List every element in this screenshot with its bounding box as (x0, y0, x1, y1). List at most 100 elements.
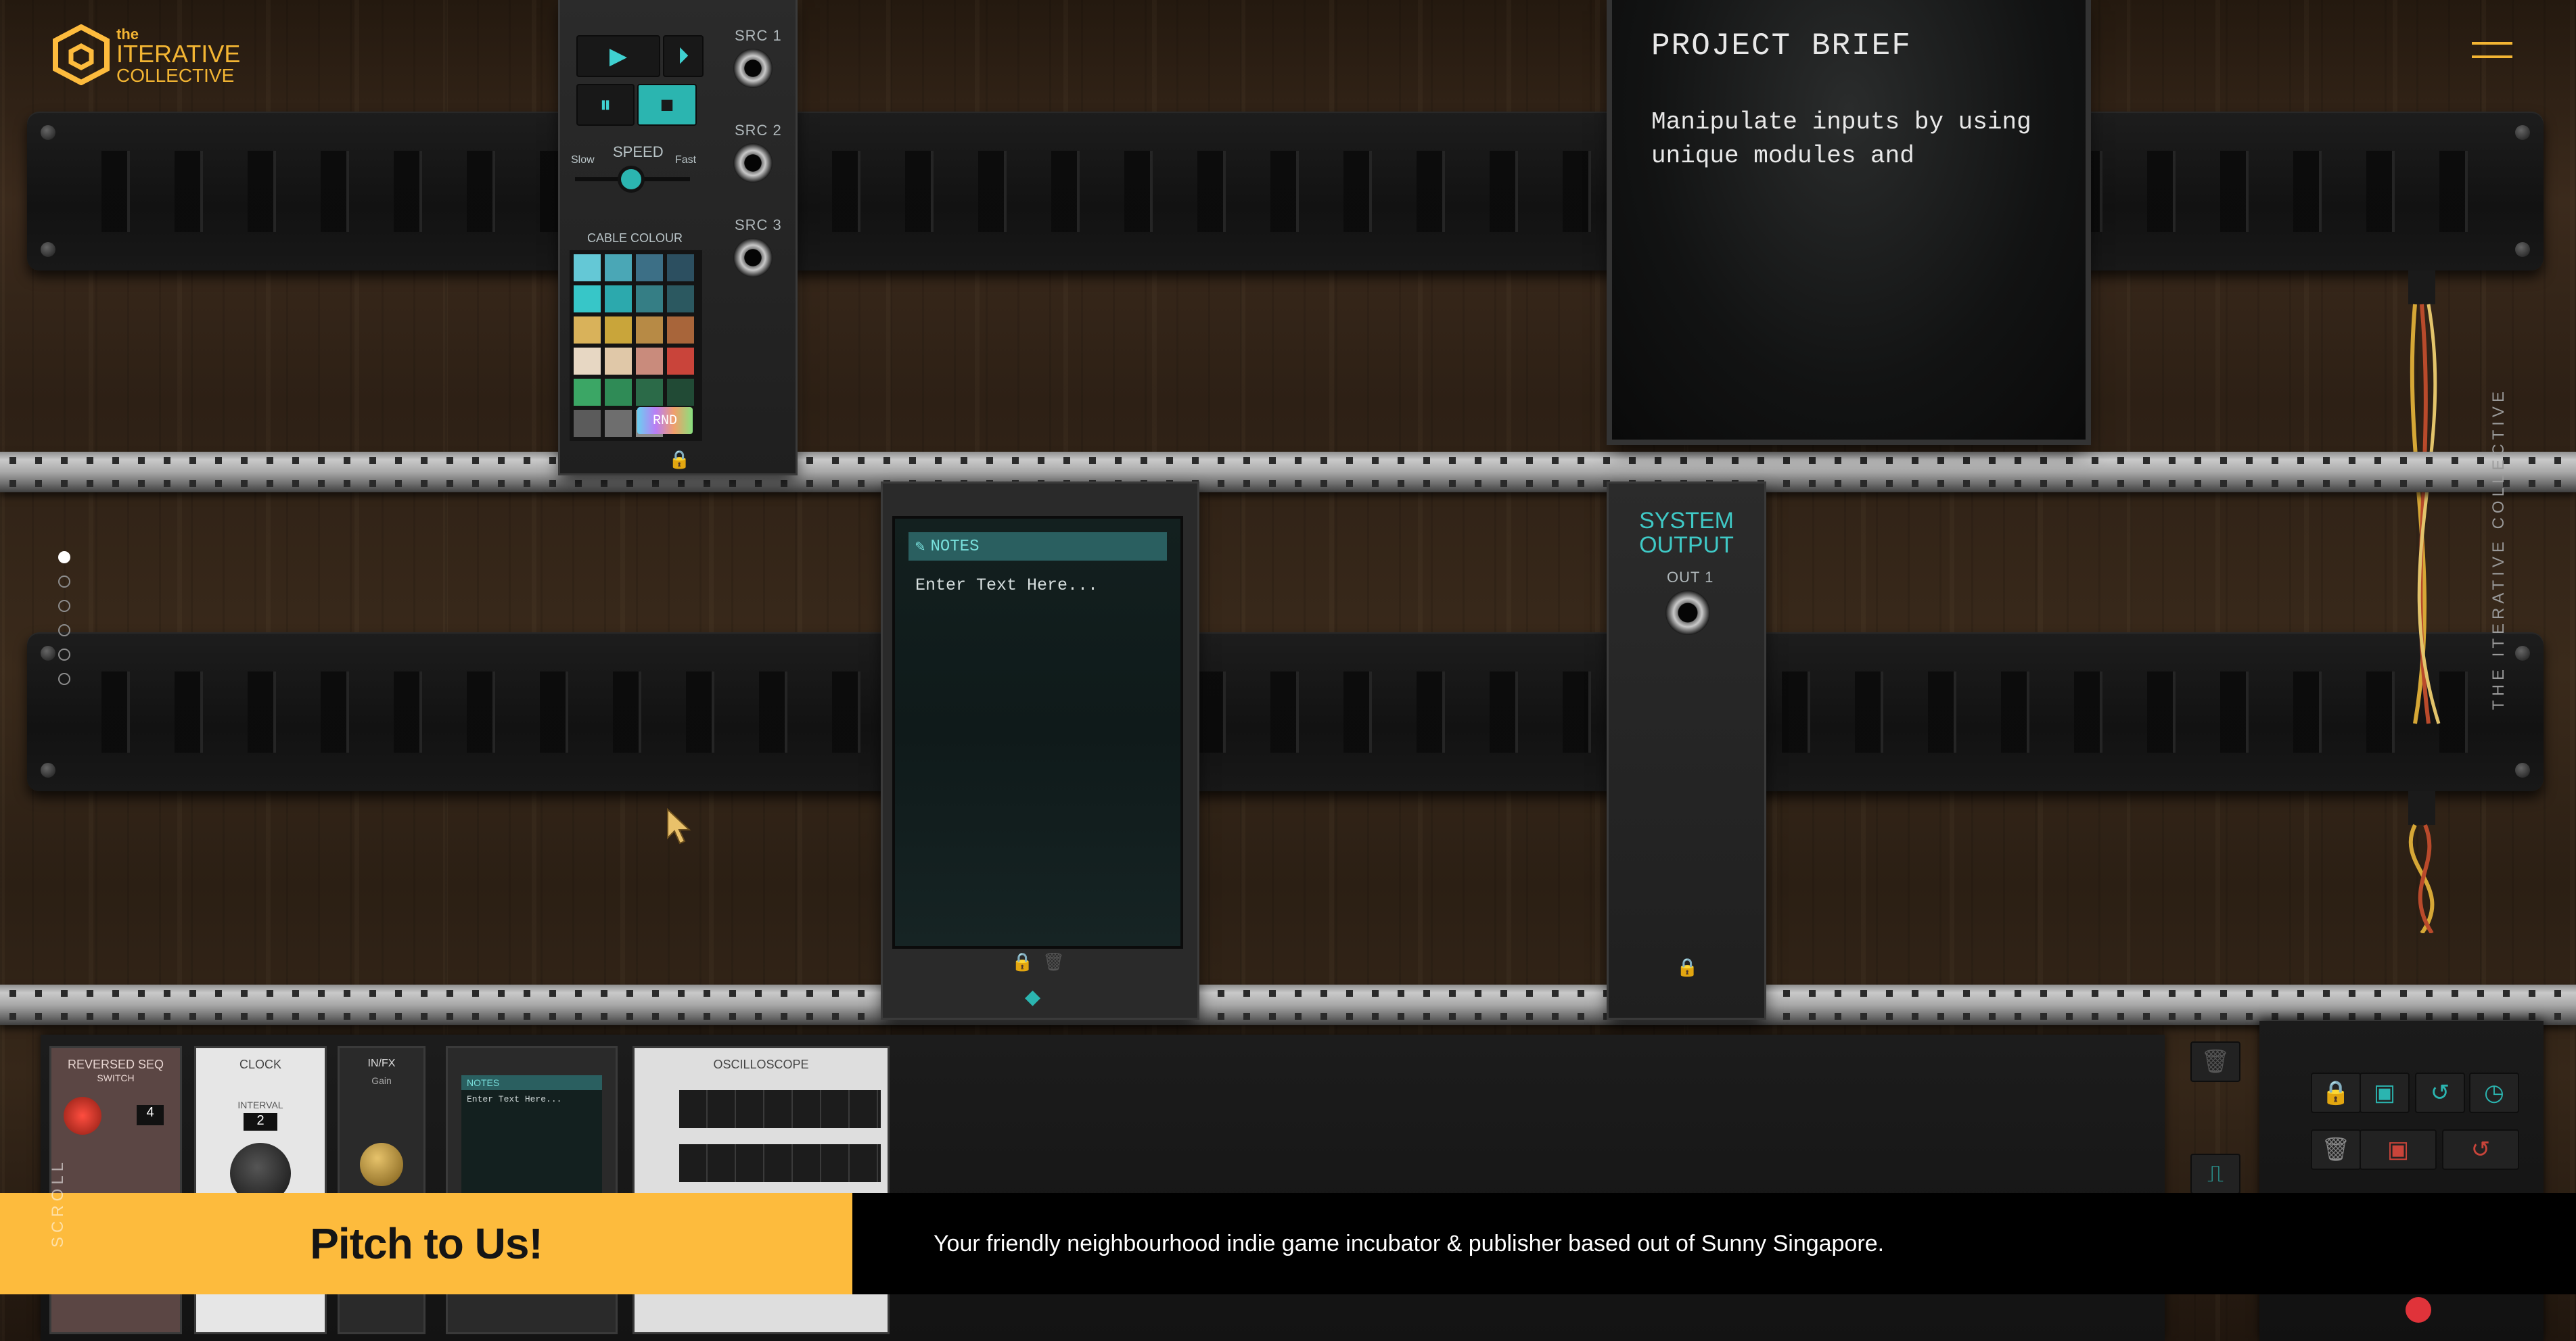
tagline-text: Your friendly neighbourhood indie game i… (934, 1230, 1885, 1256)
waveform-icon[interactable]: ⎍ (2190, 1154, 2240, 1194)
src1-label: SRC 1 (735, 27, 782, 44)
module-sublabel: Gain (371, 1075, 392, 1086)
colour-swatch[interactable] (574, 285, 601, 312)
colour-swatch[interactable] (605, 379, 632, 406)
pause-button[interactable]: ⏸ (576, 84, 635, 126)
src2-jack[interactable] (733, 143, 773, 183)
save-tool-icon[interactable]: ▣ (2360, 1073, 2410, 1113)
slot-row (68, 150, 2503, 232)
red-knob-icon (64, 1097, 101, 1135)
unpatch-tool-icon[interactable]: ↺ (2442, 1129, 2519, 1170)
timer-tool-icon[interactable]: ◷ (2469, 1073, 2519, 1113)
module-label: REVERSED SEQ (67, 1058, 164, 1071)
pagination-dot-6[interactable] (58, 673, 70, 685)
tagline-bar: Your friendly neighbourhood indie game i… (852, 1193, 2576, 1294)
colour-swatch[interactable] (636, 316, 663, 344)
colour-swatch[interactable] (667, 316, 694, 344)
transport-module: ▶ ⏵ ⏸ ■ SPEED Slow Fast CABLE COLOUR RND… (560, 0, 796, 473)
notes-module: ✎ NOTES Enter Text Here... 🔒 🗑 ◆ (883, 484, 1197, 1018)
delete-icon[interactable]: 🗑 (1042, 951, 1065, 972)
module-label: OSCILLOSCOPE (713, 1058, 809, 1071)
pagination-dot-1[interactable] (58, 551, 70, 563)
pagination-dot-2[interactable] (58, 575, 70, 588)
lock-tool-icon[interactable]: 🔒 (2311, 1073, 2361, 1113)
brand-wordmark[interactable]: the ITERATIVE COLLECTIVE (116, 27, 240, 85)
colour-swatch[interactable] (605, 285, 632, 312)
rail-upper (0, 452, 2576, 492)
module-label: NOTES (461, 1075, 602, 1090)
step-value: 4 (137, 1105, 164, 1125)
lock-icon[interactable]: 🔒 (1011, 951, 1033, 972)
step-button[interactable]: ⏵ (663, 35, 704, 77)
play-button[interactable]: ▶ (576, 35, 660, 77)
notes-screen[interactable]: ✎ NOTES Enter Text Here... (892, 516, 1183, 949)
speed-slider-handle[interactable] (621, 169, 641, 189)
module-label: IN/FX (367, 1058, 396, 1069)
pitch-label: Pitch to Us! (310, 1219, 543, 1268)
colour-swatch[interactable] (605, 254, 632, 281)
pencil-icon: ✎ (915, 538, 925, 557)
colour-swatch[interactable] (574, 379, 601, 406)
screw (2515, 763, 2530, 778)
move-handle-icon[interactable]: ◆ (1025, 985, 1040, 1009)
module-sublabel: SWITCH (97, 1073, 135, 1083)
pagination-dot-4[interactable] (58, 624, 70, 636)
delete-tool-icon[interactable]: 🗑 (2311, 1129, 2361, 1170)
lock-icon[interactable]: 🔒 (668, 449, 690, 470)
src3-jack[interactable] (733, 238, 773, 277)
colour-swatch[interactable] (574, 254, 601, 281)
patch-tool-icon[interactable]: ↺ (2415, 1073, 2465, 1113)
notes-placeholder[interactable]: Enter Text Here... (915, 575, 1098, 595)
cable-colour-label: CABLE COLOUR (587, 231, 683, 245)
screw (2515, 646, 2530, 661)
colour-swatch[interactable] (667, 348, 694, 375)
colour-swatch[interactable] (605, 348, 632, 375)
brief-title: PROJECT BRIEF (1651, 28, 1912, 64)
colour-swatch[interactable] (667, 254, 694, 281)
screw (41, 763, 55, 778)
notes-title: NOTES (930, 537, 980, 556)
colour-swatch[interactable] (574, 316, 601, 344)
rail-lower (0, 985, 2576, 1025)
pagination-dot-5[interactable] (58, 649, 70, 661)
lock-icon[interactable]: 🔒 (1676, 957, 1698, 978)
random-colour-button[interactable]: RND (637, 407, 693, 434)
colour-swatch[interactable] (574, 410, 601, 437)
module-sublabel: Enter Text Here... (467, 1094, 562, 1104)
slow-label: Slow (571, 154, 595, 166)
system-output-title-line1: SYSTEM (1639, 508, 1734, 534)
pagination-dot-3[interactable] (58, 600, 70, 612)
colour-swatch[interactable] (667, 285, 694, 312)
module-notes-screen: NOTES Enter Text Here... (461, 1075, 602, 1197)
colour-swatch[interactable] (605, 316, 632, 344)
colour-swatch[interactable] (636, 285, 663, 312)
menu-hamburger-icon[interactable] (2472, 42, 2512, 60)
pitch-to-us-button[interactable]: Pitch to Us! (0, 1193, 852, 1294)
patch-cables (2408, 270, 2441, 933)
brand-logo-icon[interactable] (51, 24, 112, 85)
colour-swatch[interactable] (636, 254, 663, 281)
out1-jack[interactable] (1665, 590, 1710, 635)
out1-label: OUT 1 (1667, 569, 1714, 586)
brief-body-line2: unique modules and (1651, 142, 1914, 170)
brand-line1: ITERATIVE (116, 40, 241, 68)
record-icon[interactable] (2406, 1297, 2431, 1323)
screw (41, 646, 55, 661)
src3-label: SRC 3 (735, 216, 782, 233)
colour-swatch[interactable] (574, 348, 601, 375)
brand-line2: COLLECTIVE (116, 65, 235, 86)
src1-jack[interactable] (733, 49, 773, 88)
project-brief-panel: PROJECT BRIEF Manipulate inputs by using… (1612, 0, 2086, 440)
colour-swatch[interactable] (636, 348, 663, 375)
module-sublabel: INTERVAL (237, 1100, 283, 1110)
brief-body-line1: Manipulate inputs by using (1651, 108, 2031, 136)
notes-header: ✎ NOTES (908, 532, 1167, 561)
trash-icon[interactable]: 🗑 (2190, 1041, 2240, 1082)
system-output-title-line2: OUTPUT (1639, 532, 1734, 558)
colour-swatch[interactable] (667, 379, 694, 406)
colour-swatch[interactable] (636, 379, 663, 406)
patch-bar-middle (27, 632, 2544, 791)
load-tool-icon[interactable]: ▣ (2360, 1129, 2437, 1170)
colour-swatch[interactable] (605, 410, 632, 437)
stop-button[interactable]: ■ (637, 84, 697, 126)
